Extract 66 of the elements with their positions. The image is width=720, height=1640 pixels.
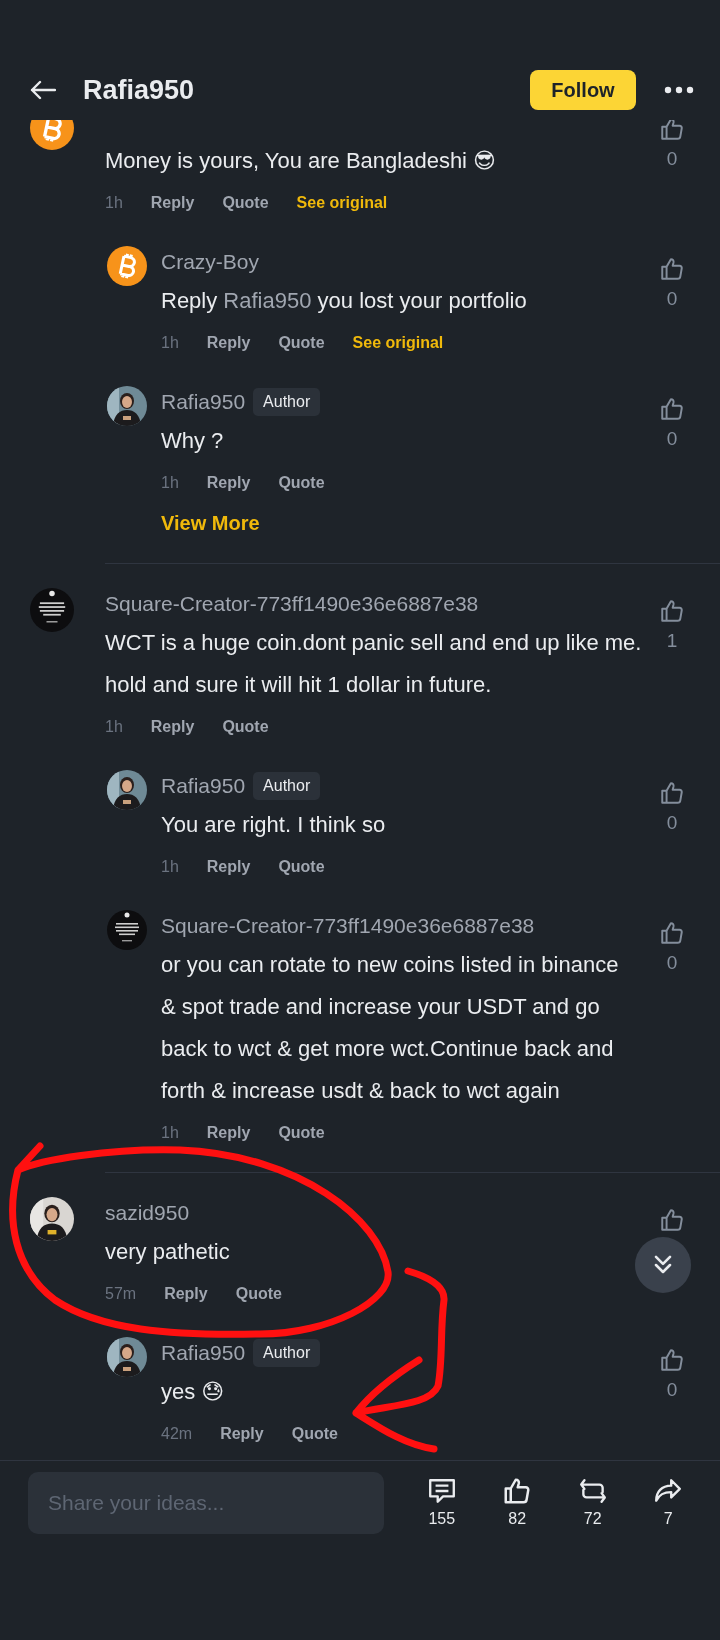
quote-link[interactable]: Quote	[278, 858, 325, 876]
comment-time: 1h	[105, 194, 123, 212]
comment-text: You are right. I think so	[161, 811, 387, 839]
like-count: 0	[666, 428, 678, 450]
reply-link[interactable]: Reply	[206, 334, 251, 352]
comment-text: Why ?	[161, 427, 225, 455]
stat-count: 82	[508, 1510, 527, 1528]
author-name[interactable]: Crazy-Boy	[161, 250, 260, 274]
reply-link[interactable]: Reply	[150, 718, 195, 736]
comment-text: or you can rotate to new coins listed in binance & spot trade and increase your USDT and go back to wct & get more wct.Continue back and forth & increase usdt & back to wct again	[161, 951, 620, 1105]
more-icon[interactable]	[664, 86, 694, 94]
comment-text: very pathetic	[105, 1238, 231, 1266]
reply-link[interactable]: Reply	[206, 1124, 251, 1142]
back-icon[interactable]	[30, 80, 56, 100]
like-count: 0	[666, 288, 678, 310]
comment-time: 57m	[105, 1285, 137, 1303]
comment-text: Reply Rafia950 you lost your portfolio	[161, 287, 528, 315]
comment-icon[interactable]	[426, 1476, 457, 1506]
author-name[interactable]: Square-Creator-773ff1490e36e6887e38	[161, 914, 535, 938]
reply-link[interactable]: Reply	[150, 194, 195, 212]
page-title: Rafia950	[83, 74, 196, 106]
see-original-link[interactable]: See original	[296, 194, 388, 212]
author-name[interactable]: Rafia950	[161, 390, 246, 414]
quote-link[interactable]: Quote	[222, 194, 269, 212]
reply-link[interactable]: Reply	[220, 1425, 264, 1443]
like-count: 0	[666, 148, 678, 170]
like-count: 1	[666, 630, 678, 652]
comment-time: 1h	[161, 334, 179, 352]
comment-time: 1h	[161, 858, 179, 876]
author-badge: Author	[253, 1339, 321, 1367]
comment-time: 1h	[105, 718, 123, 736]
author-name[interactable]: sazid950	[105, 1201, 190, 1225]
stat-count: 155	[428, 1510, 456, 1528]
author-badge: Author	[253, 388, 321, 416]
quote-link[interactable]: Quote	[222, 718, 269, 736]
reply-link[interactable]: Reply	[206, 474, 251, 492]
quote-link[interactable]: Quote	[278, 474, 325, 492]
repost-icon[interactable]	[577, 1476, 608, 1506]
see-original-link[interactable]: See original	[352, 334, 444, 352]
reply-link[interactable]: Reply	[206, 858, 251, 876]
comment-time: 42m	[161, 1425, 193, 1443]
comment-time: 1h	[161, 1124, 179, 1142]
quote-link[interactable]: Quote	[278, 1124, 325, 1142]
stat-count: 7	[663, 1510, 673, 1528]
author-name[interactable]: Rafia950	[161, 774, 246, 798]
quote-link[interactable]: Quote	[291, 1425, 338, 1443]
view-more-link[interactable]: View More	[161, 512, 260, 534]
coin-avatar-icon	[107, 246, 147, 286]
reply-link[interactable]: Reply	[164, 1285, 208, 1303]
scroll-down-button[interactable]	[635, 1237, 691, 1293]
comment-text: Money is yours, You are Bangladeshi 😎	[105, 147, 498, 175]
like-count: 0	[666, 812, 678, 834]
comment-input-field[interactable]: Share your ideas...	[28, 1472, 384, 1534]
author-name[interactable]: Square-Creator-773ff1490e36e6887e38	[105, 592, 479, 616]
comment-time: 1h	[161, 474, 179, 492]
mention-link[interactable]: Rafia950	[223, 288, 312, 313]
stat-count: 72	[583, 1510, 602, 1528]
like-count: 0	[666, 952, 678, 974]
comment-text: WCT is a huge coin.dont panic sell and end up like me. hold and sure it will hit 1 dollar in future.	[105, 629, 642, 699]
comment-text: yes 😓	[161, 1378, 226, 1406]
like-count: 0	[666, 1379, 678, 1401]
follow-button[interactable]: Follow	[530, 70, 636, 110]
author-badge: Author	[253, 772, 321, 800]
author-name[interactable]: Rafia950	[161, 1341, 246, 1365]
quote-link[interactable]: Quote	[235, 1285, 282, 1303]
quote-link[interactable]: Quote	[278, 334, 325, 352]
